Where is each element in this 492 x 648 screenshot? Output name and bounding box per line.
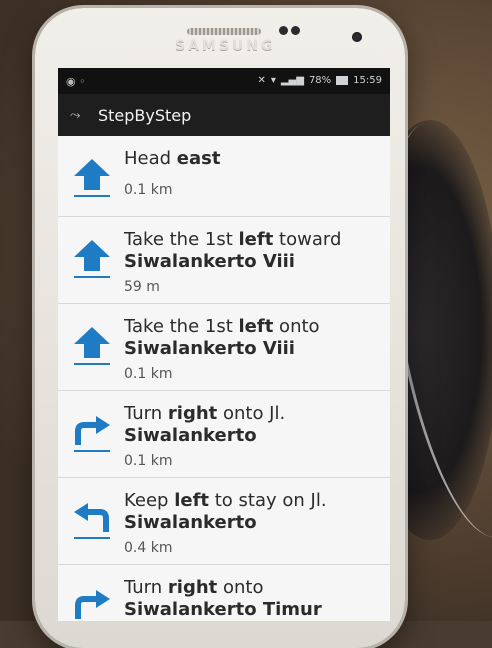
step-distance: 0.1 km: [124, 182, 173, 198]
front-camera: [352, 32, 362, 42]
battery-icon: [336, 76, 349, 85]
instruction-prefix: Turn: [124, 403, 168, 424]
instruction-prefix: Take the 1st: [124, 316, 239, 337]
step-street: Siwalankerto: [124, 425, 257, 446]
instruction-prefix: Head: [124, 148, 177, 169]
brand-logo: SAMSUNG: [175, 38, 276, 54]
direction-step[interactable]: Head east 0.1 km: [58, 136, 390, 217]
arrow-up-icon: [74, 327, 110, 365]
turn-right-icon: [75, 590, 110, 619]
instruction-direction: left: [174, 490, 210, 511]
arrow-up-icon: [74, 159, 110, 197]
step-distance: 0.4 km: [124, 540, 173, 556]
wifi-icon: ▾: [270, 75, 276, 86]
step-street: Siwalankerto Viii: [124, 251, 295, 272]
app-title: StepByStep: [98, 105, 192, 125]
sensor-dot: [291, 26, 300, 35]
earpiece-speaker: [187, 28, 261, 35]
instruction-direction: left: [238, 316, 274, 337]
arrow-up-icon: [74, 240, 110, 278]
turn-right-icon: [74, 416, 110, 452]
instruction-direction: right: [167, 403, 218, 424]
instruction-prefix: Take the 1st: [124, 229, 239, 250]
clock: 15:59: [353, 75, 382, 86]
direction-step[interactable]: Turn right onto Jl. Siwalankerto 0.1 km: [58, 391, 390, 478]
step-street: Siwalankerto Timur: [124, 599, 322, 620]
instruction-direction: left: [238, 229, 274, 250]
mute-icon: ✕: [257, 75, 266, 86]
sensor-dot: [279, 26, 288, 35]
step-distance: 0.1 km: [124, 453, 173, 469]
direction-step[interactable]: Take the 1st left onto Siwalankerto Viii…: [58, 304, 390, 391]
direction-step[interactable]: Turn right onto Siwalankerto Timur: [58, 565, 390, 621]
step-distance: 59 m: [124, 279, 160, 295]
action-bar: ⤳ StepByStep: [58, 94, 390, 136]
instruction-direction: east: [176, 148, 221, 169]
instruction-suffix: to stay on Jl.: [209, 490, 327, 511]
phone-screen: ◉ ◦ ✕ ▾ ▂▄▆ 78% 15:59 ⤳ StepByStep Head …: [58, 68, 390, 621]
instruction-direction: right: [167, 577, 218, 598]
direction-step[interactable]: Keep left to stay on Jl. Siwalankerto 0.…: [58, 478, 390, 565]
step-street: Siwalankerto: [124, 512, 257, 533]
app-logo-icon[interactable]: ⤳: [70, 108, 88, 123]
instruction-suffix: toward: [273, 229, 342, 250]
keep-left-icon: [74, 503, 110, 539]
instruction-suffix: onto Jl.: [217, 403, 286, 424]
instruction-suffix: onto: [217, 577, 264, 598]
notification-icons: ◉ ◦: [66, 75, 86, 88]
step-street: Siwalankerto Viii: [124, 338, 295, 359]
battery-percent: 78%: [308, 75, 332, 86]
signal-icon: ▂▄▆: [280, 75, 304, 86]
instruction-suffix: onto: [273, 316, 320, 337]
instruction-prefix: Turn: [124, 577, 168, 598]
directions-list[interactable]: Head east 0.1 km Take the 1st left towar…: [58, 136, 390, 621]
direction-step[interactable]: Take the 1st left toward Siwalankerto Vi…: [58, 217, 390, 304]
instruction-prefix: Keep: [124, 490, 175, 511]
step-distance: 0.1 km: [124, 366, 173, 382]
status-bar: ◉ ◦ ✕ ▾ ▂▄▆ 78% 15:59: [58, 68, 390, 94]
